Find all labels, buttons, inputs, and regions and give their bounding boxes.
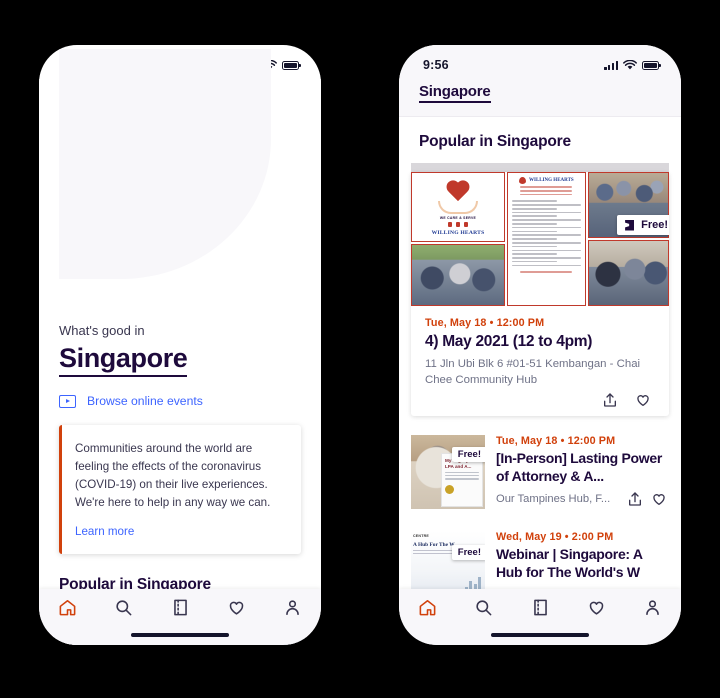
collage-column-poster: WILLING HEARTS <box>506 172 586 306</box>
phone-right: 9:56 Singapore Popular in Singapore WE C… <box>399 45 681 645</box>
collage-column-right <box>587 172 669 306</box>
event-venue: 11 Jln Ubi Blk 6 #01-51 Kembangan - Chai… <box>425 357 641 386</box>
willing-hearts-logo: WE CARE & SERVE WILLING HEARTS <box>411 172 505 242</box>
phone-left: 9:56 What's good in Singapore Browse onl… <box>39 45 321 645</box>
logo-title: WILLING HEARTS <box>431 230 485 237</box>
event-date: Tue, May 18 • 12:00 PM <box>425 317 545 329</box>
header-city-title[interactable]: Singapore <box>419 83 491 103</box>
home-indicator <box>491 632 589 637</box>
event-info: Tue, May 18 • 12:00 PM 4) May 2021 (12 t… <box>411 306 669 416</box>
thumb-text-line1: CENTRE <box>413 534 429 539</box>
heart-icon[interactable] <box>635 392 651 408</box>
nav-item-home[interactable] <box>399 598 455 617</box>
event-title: 4) May 2021 (12 to 4pm) <box>425 333 593 350</box>
search-icon <box>116 600 132 616</box>
collage-poster: WILLING HEARTS <box>506 172 586 306</box>
poster-title: WILLING HEARTS <box>529 178 574 183</box>
nav-item-saved[interactable] <box>208 598 264 617</box>
event-image: WE CARE & SERVE WILLING HEARTS WILLING H… <box>411 172 669 306</box>
covid-learn-more-link[interactable]: Learn more <box>75 525 285 538</box>
person-icon <box>286 600 300 616</box>
event-title: Webinar | Singapore: A Hub for The World… <box>496 546 643 581</box>
online-video-icon <box>59 394 76 408</box>
home-indicator <box>131 632 229 637</box>
nav-item-tickets[interactable] <box>152 598 208 617</box>
heart-logo-icon <box>445 181 471 204</box>
screenshot-stage: 9:56 What's good in Singapore Browse onl… <box>0 0 720 698</box>
free-badge-label: Free! <box>457 449 481 461</box>
ticket-icon <box>625 219 635 231</box>
popular-section-header: Popular in Singapore <box>399 117 681 163</box>
nav-item-saved[interactable] <box>568 598 624 617</box>
hero-city-title[interactable]: Singapore <box>59 343 188 377</box>
collage-column-left: WE CARE & SERVE WILLING HEARTS <box>411 172 505 306</box>
hero-section: What's good in Singapore Browse online e… <box>39 49 321 408</box>
status-time: 9:56 <box>423 58 449 72</box>
free-badge: Free! <box>451 545 485 561</box>
event-date: Tue, May 18 • 12:00 PM <box>496 435 616 448</box>
event-thumbnail: My Legacy LPA and A... Free! <box>411 435 485 510</box>
signal-bars-icon <box>604 60 618 70</box>
status-bar: 9:56 <box>399 45 681 79</box>
event-venue: Our Tampines Hub, F... <box>496 492 611 505</box>
event-card-featured[interactable]: WE CARE & SERVE WILLING HEARTS WILLING H… <box>411 172 669 417</box>
free-badge-label: Free! <box>641 219 668 231</box>
event-bottom-row: Our Tampines Hub, F... <box>496 491 667 507</box>
browse-online-events-label: Browse online events <box>87 394 203 408</box>
bottom-nav <box>39 589 321 645</box>
chinese-chars <box>447 222 468 228</box>
seal-icon <box>445 484 454 494</box>
event-actions <box>425 392 655 408</box>
free-badge: Free! <box>617 215 669 235</box>
event-card-list-item[interactable]: My Legacy LPA and A... Free! Tue, May 18… <box>399 424 681 520</box>
heart-icon[interactable] <box>651 491 667 507</box>
battery-icon <box>642 60 661 70</box>
hero-background-shape <box>59 49 271 279</box>
sticky-header: Singapore <box>399 79 681 117</box>
search-icon <box>476 600 492 616</box>
collage-photo-cooking <box>587 240 669 306</box>
covid-notice-body: Communities around the world are feeling… <box>75 442 271 509</box>
share-icon[interactable] <box>602 392 618 408</box>
poster-heart-icon <box>519 177 526 184</box>
browse-online-events-link[interactable]: Browse online events <box>59 394 301 408</box>
ticket-icon <box>173 599 187 616</box>
heart-icon <box>589 601 604 615</box>
event-info: Tue, May 18 • 12:00 PM [In-Person] Lasti… <box>496 435 667 509</box>
collage-photo-volunteers <box>411 243 505 306</box>
nav-item-search[interactable] <box>455 598 511 617</box>
event-collage: WE CARE & SERVE WILLING HEARTS WIL <box>411 172 669 306</box>
status-icons <box>604 59 661 71</box>
battery-icon <box>282 60 301 70</box>
nav-item-profile[interactable] <box>625 598 681 617</box>
bottom-nav <box>399 589 681 645</box>
logo-tagline: WE CARE & SERVE <box>439 216 477 221</box>
carousel-peek-strip <box>411 163 669 172</box>
poster-header: WILLING HEARTS <box>512 177 581 184</box>
nav-item-profile[interactable] <box>265 598 321 617</box>
nav-item-home[interactable] <box>39 598 95 617</box>
phone-left-screen: 9:56 What's good in Singapore Browse onl… <box>39 45 321 645</box>
free-badge-label: Free! <box>457 547 481 559</box>
home-icon <box>419 599 436 616</box>
hero-eyebrow: What's good in <box>59 323 145 338</box>
person-icon <box>646 600 660 616</box>
popular-section-title: Popular in Singapore <box>419 133 571 150</box>
free-badge: Free! <box>451 447 485 463</box>
covid-notice-card: Communities around the world are feeling… <box>59 425 301 554</box>
ticket-icon <box>533 599 547 616</box>
thumb-text-line2: LPA and A... <box>445 464 472 470</box>
nav-item-tickets[interactable] <box>512 598 568 617</box>
phone-right-screen: 9:56 Singapore Popular in Singapore WE C… <box>399 45 681 645</box>
home-icon <box>59 599 76 616</box>
event-date: Wed, May 19 • 2:00 PM <box>496 531 614 544</box>
event-title: [In-Person] Lasting Power of Attorney & … <box>496 450 662 485</box>
wifi-icon <box>623 59 637 69</box>
heart-icon <box>229 601 244 615</box>
share-icon[interactable] <box>627 491 643 507</box>
nav-item-search[interactable] <box>95 598 151 617</box>
